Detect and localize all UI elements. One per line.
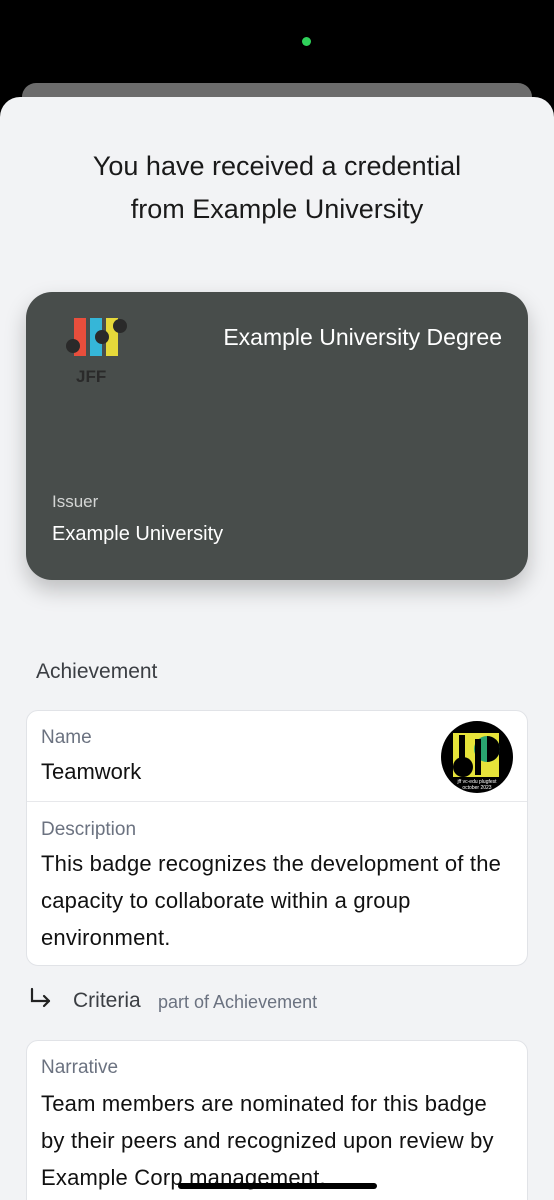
credential-card[interactable]: JFF Example University Degree Issuer Exa… [26,292,528,580]
home-indicator[interactable] [178,1183,377,1189]
achievement-heading: Achievement [36,660,158,683]
badge-text-line2: october 2023 [462,785,491,791]
credential-offer-sheet: You have received a credential from Exam… [0,97,554,1200]
name-value: Teamwork [41,759,142,784]
description-label: Description [41,819,137,840]
sheet-title: You have received a credential from Exam… [40,145,514,231]
jff-logo-text: JFF [76,367,106,386]
jff-logo: JFF [66,318,127,386]
credential-title: Example University Degree [223,324,502,350]
phone-screen: You have received a credential from Exam… [0,0,554,1200]
description-value: This badge recognizes the development of… [41,851,502,950]
sheet-title-line1: You have received a credential [92,151,462,181]
issuer-label: Issuer [52,492,99,511]
narrative-value: Team members are nominated for this badg… [41,1091,494,1190]
field-divider [27,801,527,802]
camera-indicator-dot [302,37,311,46]
criteria-card: Narrative Team members are nominated for… [26,1040,528,1200]
achievement-card: Name Teamwork jff vc-edu plugfest octobe… [26,710,528,966]
achievement-badge-image[interactable]: jff vc-edu plugfest october 2023 [441,721,513,793]
issuer-value: Example University [52,523,224,545]
criteria-sublabel: part of Achievement [158,992,318,1012]
name-label: Name [41,727,92,748]
return-arrow-icon [30,987,51,1008]
sheet-title-line2: from Example University [130,194,424,224]
narrative-label: Narrative [41,1057,119,1078]
criteria-label: Criteria [73,989,141,1012]
